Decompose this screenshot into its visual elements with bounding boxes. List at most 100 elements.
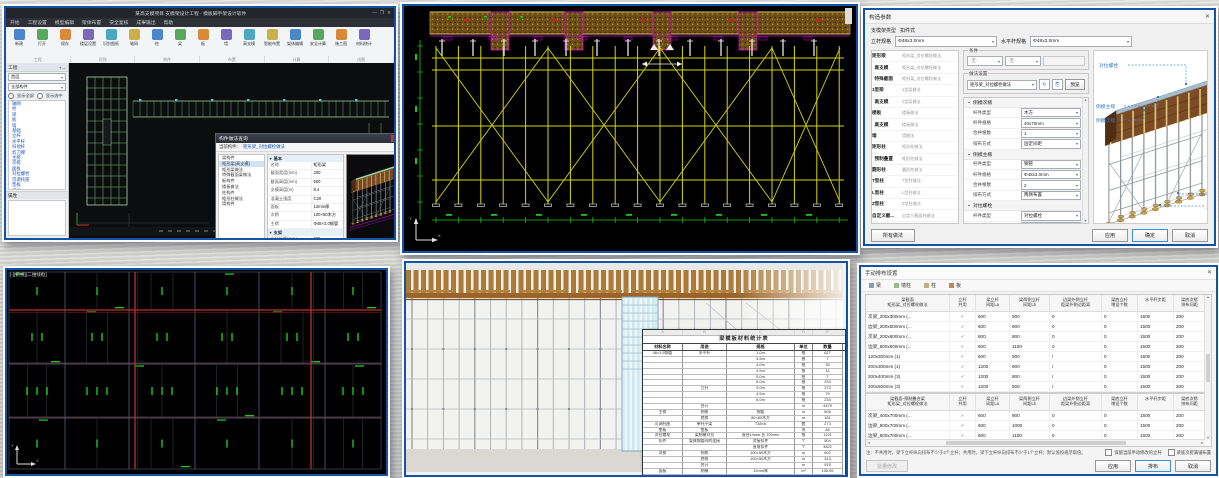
refresh-icon[interactable]: ↻	[1039, 79, 1050, 90]
ribbon-button[interactable]: 墙	[215, 29, 237, 47]
dialog-3d-preview[interactable]	[346, 154, 396, 240]
filter-select[interactable]: 全部构件	[8, 83, 66, 91]
table-header-cell[interactable]: 梁立杆 间距La	[976, 295, 1010, 311]
all-methods-button[interactable]: 所有做法	[871, 229, 915, 242]
property-row[interactable]: 支模高度(m)8.4	[268, 187, 343, 195]
checkbox-keep-manual[interactable]: 保留当前手动修改的立杆	[1105, 449, 1161, 456]
method-list-item[interactable]: 预制叠置 矩形柱做法	[872, 154, 958, 165]
dialog-tree[interactable]: 梁构件矩形梁(高支模)矩形梁做法特殊截面梁做法板构件楼板做法柱构件矩形柱做法墙构…	[218, 154, 265, 240]
method-list-item[interactable]: 高支模 1型梁做法	[872, 97, 958, 108]
property-row[interactable]: 混凝土强度C30	[268, 196, 343, 204]
dialog-title-bar[interactable]: 手动排布设置 ✕	[861, 267, 1216, 280]
caret-down-icon[interactable]: ⌄	[967, 203, 971, 208]
table-header-cell[interactable]: 边梁外侧立杆 距梁外侧边距离	[1050, 295, 1102, 311]
table-header-cell[interactable]: 梁底立杆 增设个数	[1102, 394, 1138, 410]
dialog-title-bar[interactable]: 构造参数 ✕	[865, 10, 1214, 24]
save-icon[interactable]: ⎘	[1052, 79, 1063, 90]
table-header-cell[interactable]: 梁两侧立杆 间距Lb	[1010, 295, 1050, 311]
viewport-label[interactable]: [-][俯视][二维线框]	[10, 272, 47, 278]
dialog-tree-item[interactable]: 墙构件	[219, 201, 264, 207]
table-header-cell[interactable]: 梁底次楞 排布间距	[1174, 394, 1206, 410]
method-list-item[interactable]: 楼板 楼板做法	[872, 108, 958, 119]
method-list-item[interactable]: Z型柱 Z型柱做法	[872, 199, 958, 210]
property-row[interactable]: 面板12mm厚	[268, 204, 343, 212]
floor-select[interactable]: 首层	[8, 73, 66, 81]
table-row[interactable]: 次梁_400x700mm (...✓ 600900 00 1500200 2	[866, 411, 1205, 421]
category-tab[interactable]: 板	[946, 281, 964, 290]
pole-spec-select[interactable]: Φ48x3.0mm	[895, 36, 997, 47]
caret-down-icon[interactable]: ▾	[270, 156, 272, 161]
method-list-item[interactable]: 高支模 楼板做法	[872, 119, 958, 130]
scrollbar-vertical[interactable]: ▲▼	[1082, 98, 1088, 223]
maximize-icon[interactable]: ❐	[380, 10, 384, 16]
ribbon-button[interactable]: 柱	[146, 29, 168, 47]
scrollbar-horizontal[interactable]: ◄►	[866, 439, 1205, 446]
arrange-button[interactable]: 排布	[1135, 460, 1171, 472]
checkbox-full-joist[interactable]: 梁底次楞满铺布置	[1168, 449, 1211, 456]
plan-cad-canvas[interactable]: XY	[7, 270, 383, 471]
elevation-cad-canvas[interactable]: XY	[404, 6, 853, 248]
method-list-item[interactable]: 圆形柱 圆形柱做法	[872, 165, 958, 176]
method-list-item[interactable]: L型柱 L型柱做法	[872, 188, 958, 199]
ribbon-button[interactable]: 架体编辑	[284, 29, 306, 47]
ribbon-button[interactable]: 新建	[8, 29, 30, 47]
pin-icon[interactable]: ▾ ⚊	[59, 65, 66, 70]
table-row[interactable]: 200x400mm (3)✓ 1200900 /0 1500200 2	[866, 372, 1205, 382]
apply-button[interactable]: 应用	[1095, 460, 1131, 472]
component-method-list[interactable]: 矩形梁 矩形梁_对拉螺栓做法 高支模 矩形梁_对拉螺栓做法 特殊截面	[871, 50, 959, 224]
table-header-cell[interactable]: 立杆 共用	[950, 295, 976, 311]
property-row[interactable]: 名称矩形梁	[268, 162, 343, 170]
scrollbar-vertical[interactable]: ▲▼	[1204, 295, 1211, 440]
close-icon[interactable]: ✕	[391, 135, 396, 142]
table-row[interactable]: 次梁_200x600mm (...✓ 600900 00 1500200 2	[866, 332, 1205, 342]
table-header-cell[interactable]: 边梁外侧立杆 距梁外侧边距离	[1050, 394, 1102, 410]
ribbon-button[interactable]: 安全计算	[307, 29, 329, 47]
preview-button[interactable]: 预览	[1065, 79, 1085, 90]
caret-down-icon[interactable]: ⌄	[967, 152, 971, 157]
ribbon-button[interactable]: 板	[192, 29, 214, 47]
ribbon-tab[interactable]: 帮助	[160, 18, 178, 27]
method-list-item[interactable]: 高支模 矩形梁_对拉螺栓做法	[872, 62, 958, 73]
ok-button[interactable]: 确定	[1132, 229, 1168, 242]
table-header-cell[interactable]: 梁底次楞 排布间距	[1174, 295, 1206, 311]
table-row[interactable]: 120x300mm (1)✓ 600900 /0 1500200 2	[866, 352, 1205, 362]
table-header-cell[interactable]: 梁两侧立杆 间距Lb	[1010, 394, 1050, 410]
checkbox-icon[interactable]	[1105, 449, 1112, 456]
property-row[interactable]: 截面高度(mm)500	[268, 179, 343, 187]
batch-edit-button[interactable]: 批量修改	[866, 460, 908, 472]
ribbon-button[interactable]: 材料统计	[353, 29, 375, 47]
scaffold-3d-preview[interactable]: 对拉螺栓 侧模主楞 侧模次楞 水平杆 立杆 底模主楞 底模次楞	[1093, 50, 1208, 224]
radio-show-selected[interactable]	[37, 93, 43, 99]
checkbox-icon[interactable]	[1168, 449, 1175, 456]
ribbon-button[interactable]: 轴网	[123, 29, 145, 47]
table-row[interactable]: 边梁_200x500mm (...✓ 600900 00 1500200 2	[866, 322, 1205, 332]
tree-item[interactable]: 扣件	[9, 188, 65, 191]
table-header-cell[interactable]: 水平杆步距	[1138, 295, 1174, 311]
category-tab[interactable]: 墙柱	[891, 281, 914, 290]
table-header-cell[interactable]: 立杆 共用	[950, 394, 976, 410]
dialog-title-bar[interactable]: 构件做法查询 ✕	[216, 134, 396, 143]
table-header-cell[interactable]: 梁底立杆 增设个数	[1102, 295, 1138, 311]
method-list-item[interactable]: 特殊截面 矩形梁_对拉螺栓做法	[872, 74, 958, 85]
table-row[interactable]: 200x300mm (1)✓ 1200900 /0 1500200 2	[866, 362, 1205, 372]
ribbon-button[interactable]: 高支模	[238, 29, 260, 47]
cancel-button[interactable]: 取消	[1172, 229, 1208, 242]
model-canvas[interactable]: 构件做法查询 ✕ 当前构件： 矩形梁_对拉螺栓做法 梁构件矩形梁(高支模)矩形梁…	[69, 63, 394, 238]
method-list-item[interactable]: 矩形梁 矩形梁_对拉螺栓做法	[872, 51, 958, 62]
category-tab[interactable]: 梁	[866, 281, 884, 290]
hbar-spec-select[interactable]: Φ48x3.0mm	[1030, 36, 1132, 47]
close-icon[interactable]: ✕	[387, 10, 391, 16]
property-row[interactable]: 次楞100×50木方	[268, 212, 343, 220]
ribbon-button[interactable]: 施工图	[330, 29, 352, 47]
ribbon-button[interactable]: 保存	[54, 29, 76, 47]
ribbon-tab[interactable]: 成果输出	[132, 18, 159, 27]
table-row[interactable]: 次梁_200x300mm (...✓ 600900 00 1500200 2	[866, 312, 1205, 322]
condition-value-input[interactable]	[1043, 56, 1085, 66]
caret-down-icon[interactable]: ▾	[270, 230, 272, 235]
table-row[interactable]: 边梁_600x600mm (...✓ 6001100 00 1500200 2	[866, 342, 1205, 352]
close-icon[interactable]: ✕	[1205, 13, 1210, 20]
table-header-cell[interactable]: 梁截面-预制叠合梁 矩形梁_对拉螺栓做法	[866, 394, 950, 410]
property-row[interactable]: 主楞Φ48×3.0钢管	[268, 221, 343, 229]
caret-down-icon[interactable]: ⌄	[967, 100, 971, 105]
ribbon-tab[interactable]: 架体布置	[78, 18, 105, 27]
